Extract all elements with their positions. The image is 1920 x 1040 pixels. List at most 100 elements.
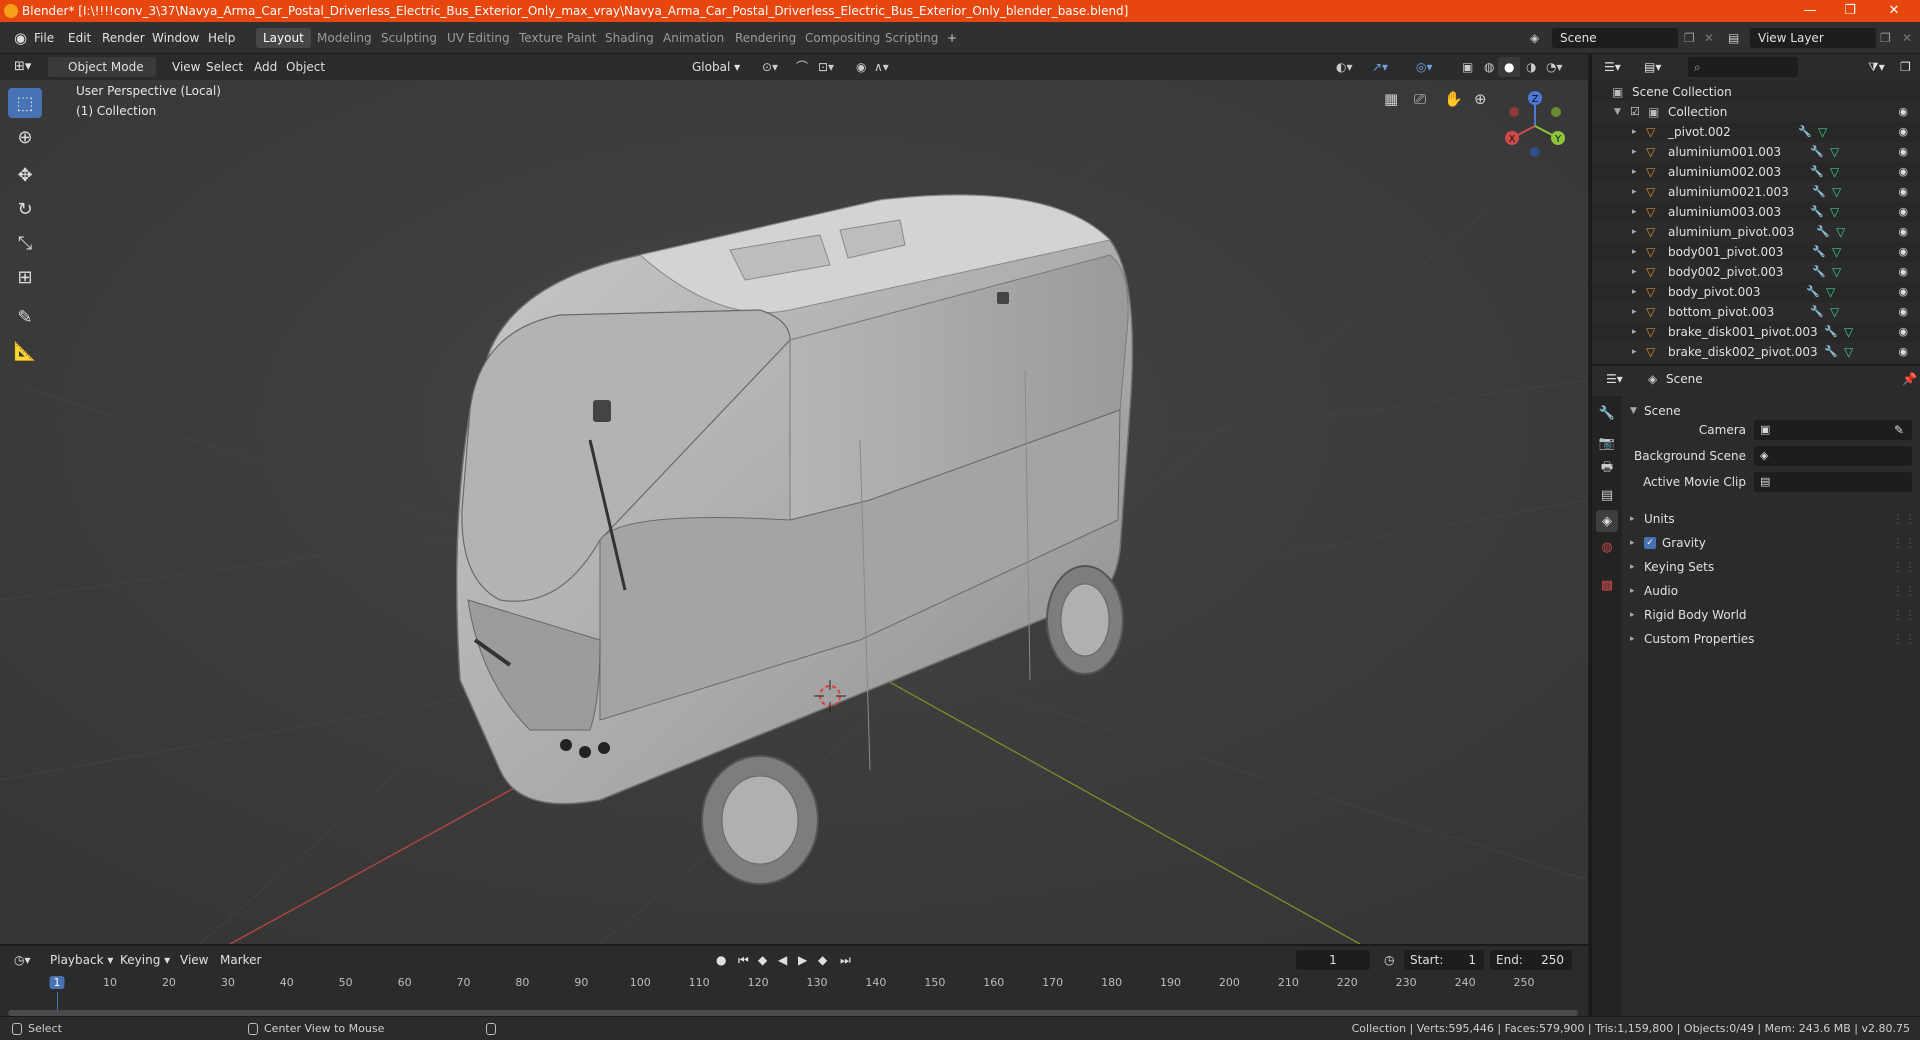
modifier-wrench-icon[interactable]: 🔧 [1824, 322, 1838, 342]
collection-expand-icon[interactable]: ▼ [1614, 102, 1621, 122]
end-frame-field[interactable]: End: 250 [1490, 950, 1572, 970]
maximize-button[interactable]: ❐ [1830, 0, 1870, 22]
texture-tab-icon[interactable]: ▩ [1596, 574, 1618, 596]
navigation-gizmo[interactable]: Z X Y [1500, 88, 1570, 160]
menu-keying[interactable]: Keying ▾ [114, 950, 176, 970]
eye-icon[interactable]: ◉ [1898, 162, 1908, 182]
view-layer-icon[interactable]: ▤ [1722, 28, 1745, 48]
expand-icon[interactable]: ▸ [1632, 162, 1637, 182]
mesh-data-icon[interactable]: ▽ [1830, 202, 1839, 222]
playhead[interactable] [57, 992, 58, 1010]
snap-target-icon[interactable]: ⊡▾ [812, 57, 840, 77]
eye-icon[interactable]: ◉ [1898, 102, 1908, 122]
scene-panel-header[interactable]: ▼ Scene [1628, 400, 1916, 422]
tab-rendering[interactable]: Rendering [728, 28, 803, 48]
cursor-tool-icon[interactable]: ⊕ [8, 122, 42, 152]
drag-handle-icon[interactable]: ⋮⋮ [1892, 532, 1916, 554]
eyedropper-icon[interactable]: ✎ [1894, 423, 1904, 437]
filter-icon[interactable]: ⧩▾ [1862, 57, 1891, 77]
gravity-checkbox[interactable]: ✓ [1644, 537, 1656, 549]
property-value-field[interactable] [1754, 420, 1912, 440]
mesh-data-icon[interactable]: ▽ [1826, 282, 1835, 302]
select-box-tool-icon[interactable]: ⬚ [8, 88, 42, 118]
modifier-wrench-icon[interactable]: 🔧 [1810, 302, 1824, 322]
pin-icon[interactable]: 📌 [1896, 369, 1920, 389]
eye-icon[interactable]: ◉ [1898, 182, 1908, 202]
view-layer-tab-icon[interactable]: ▤ [1596, 484, 1618, 506]
menu-playback[interactable]: Playback ▾ [44, 950, 119, 970]
tab-animation[interactable]: Animation [656, 28, 731, 48]
eye-icon[interactable]: ◉ [1898, 302, 1908, 322]
collection-row[interactable]: ▼ ☑ ▣ Collection ◉ [1592, 102, 1920, 122]
eye-icon[interactable]: ◉ [1898, 202, 1908, 222]
snap-icon[interactable]: ⌒ [790, 57, 814, 77]
outliner-object-row[interactable]: ▸ ▽ aluminium002.003 🔧 ▽ ◉ [1592, 162, 1920, 182]
output-tab-icon[interactable]: 🖶 [1596, 458, 1618, 480]
scene-collection-row[interactable]: ▣ Scene Collection [1592, 82, 1920, 102]
mesh-data-icon[interactable]: ▽ [1836, 222, 1845, 242]
menu-marker[interactable]: Marker [214, 950, 267, 970]
outliner-object-row[interactable]: ▸ ▽ aluminium003.003 🔧 ▽ ◉ [1592, 202, 1920, 222]
prev-keyframe-icon[interactable]: ◆ [752, 950, 773, 970]
expand-icon[interactable]: ▸ [1632, 262, 1637, 282]
modifier-wrench-icon[interactable]: 🔧 [1810, 202, 1824, 222]
mesh-data-icon[interactable]: ▽ [1832, 262, 1841, 282]
modifier-wrench-icon[interactable]: 🔧 [1810, 162, 1824, 182]
view-layer-remove-icon[interactable]: ✕ [1896, 28, 1918, 48]
camera-view-icon[interactable]: ⎚ [1414, 90, 1436, 112]
menu-file[interactable]: File [28, 28, 60, 48]
outliner-object-row[interactable]: ▸ ▽ body002_pivot.003 🔧 ▽ ◉ [1592, 262, 1920, 282]
eye-icon[interactable]: ◉ [1898, 282, 1908, 302]
outliner-object-row[interactable]: ▸ ▽ brake_disk002_pivot.003 🔧 ▽ ◉ [1592, 342, 1920, 362]
eye-icon[interactable]: ◉ [1898, 142, 1908, 162]
3d-viewport[interactable]: User Perspective (Local) (1) Collection … [0, 80, 1588, 944]
current-frame-field[interactable]: 1 [1296, 950, 1370, 970]
expand-icon[interactable]: ▸ [1632, 142, 1637, 162]
tab-layout[interactable]: Layout [256, 28, 311, 48]
property-section-units[interactable]: ▸ Units ⋮⋮ [1628, 508, 1916, 530]
expand-icon[interactable]: ▸ [1632, 302, 1637, 322]
rotate-tool-icon[interactable]: ↻ [8, 194, 42, 224]
expand-icon[interactable]: ▸ [1632, 322, 1637, 342]
expand-icon[interactable]: ▸ [1632, 282, 1637, 302]
mesh-data-icon[interactable]: ▽ [1844, 322, 1853, 342]
display-mode-icon[interactable]: ▤▾ [1638, 57, 1667, 77]
outliner-editor-type-icon[interactable]: ☰▾ [1598, 57, 1627, 77]
expand-icon[interactable]: ▸ [1632, 222, 1637, 242]
tab-sculpting[interactable]: Sculpting [374, 28, 444, 48]
eye-icon[interactable]: ◉ [1898, 222, 1908, 242]
mode-selector[interactable]: Object Mode ▾ [48, 57, 156, 94]
play-icon[interactable]: ▶ [792, 950, 813, 970]
property-section-keying-sets[interactable]: ▸ Keying Sets ⋮⋮ [1628, 556, 1916, 578]
eye-icon[interactable]: ◉ [1898, 242, 1908, 262]
modifier-wrench-icon[interactable]: 🔧 [1824, 342, 1838, 362]
outliner-object-row[interactable]: ▸ ▽ bottom_pivot.003 🔧 ▽ ◉ [1592, 302, 1920, 322]
measure-tool-icon[interactable]: 📐 [8, 336, 42, 366]
new-collection-icon[interactable]: ❐ [1894, 57, 1917, 77]
expand-icon[interactable]: ▸ [1632, 202, 1637, 222]
move-tool-icon[interactable]: ✥ [8, 160, 42, 190]
expand-icon[interactable]: ▸ [1632, 242, 1637, 262]
rendered-shading-icon[interactable]: ◔▾ [1540, 57, 1569, 77]
drag-handle-icon[interactable]: ⋮⋮ [1892, 580, 1916, 602]
drag-handle-icon[interactable]: ⋮⋮ [1892, 604, 1916, 626]
mesh-data-icon[interactable]: ▽ [1832, 242, 1841, 262]
menu-timeline-view[interactable]: View [174, 950, 214, 970]
minimize-button[interactable]: — [1790, 0, 1830, 22]
modifier-wrench-icon[interactable]: 🔧 [1810, 142, 1824, 162]
grid-view-icon[interactable]: ▦ [1384, 90, 1406, 112]
drag-handle-icon[interactable]: ⋮⋮ [1892, 508, 1916, 530]
outliner-object-row[interactable]: ▸ ▽ aluminium_pivot.003 🔧 ▽ ◉ [1592, 222, 1920, 242]
outliner-object-row[interactable]: ▸ ▽ aluminium001.003 🔧 ▽ ◉ [1592, 142, 1920, 162]
add-workspace-button[interactable]: + [940, 28, 964, 48]
falloff-icon[interactable]: ∧▾ [868, 57, 895, 77]
outliner-object-row[interactable]: ▸ ▽ _pivot.002 🔧 ▽ ◉ [1592, 122, 1920, 142]
gizmo-toggle-icon[interactable]: ↗▾ [1366, 57, 1394, 77]
menu-edit[interactable]: Edit [62, 28, 97, 48]
record-icon[interactable]: ● [710, 950, 732, 970]
collection-checkbox-icon[interactable]: ☑ [1630, 102, 1640, 122]
scale-tool-icon[interactable]: ⤡ [8, 228, 42, 258]
pan-hand-icon[interactable]: ✋ [1444, 90, 1466, 112]
outliner-object-row[interactable]: ▸ ▽ body_pivot.003 🔧 ▽ ◉ [1592, 282, 1920, 302]
modifier-wrench-icon[interactable]: 🔧 [1816, 222, 1830, 242]
